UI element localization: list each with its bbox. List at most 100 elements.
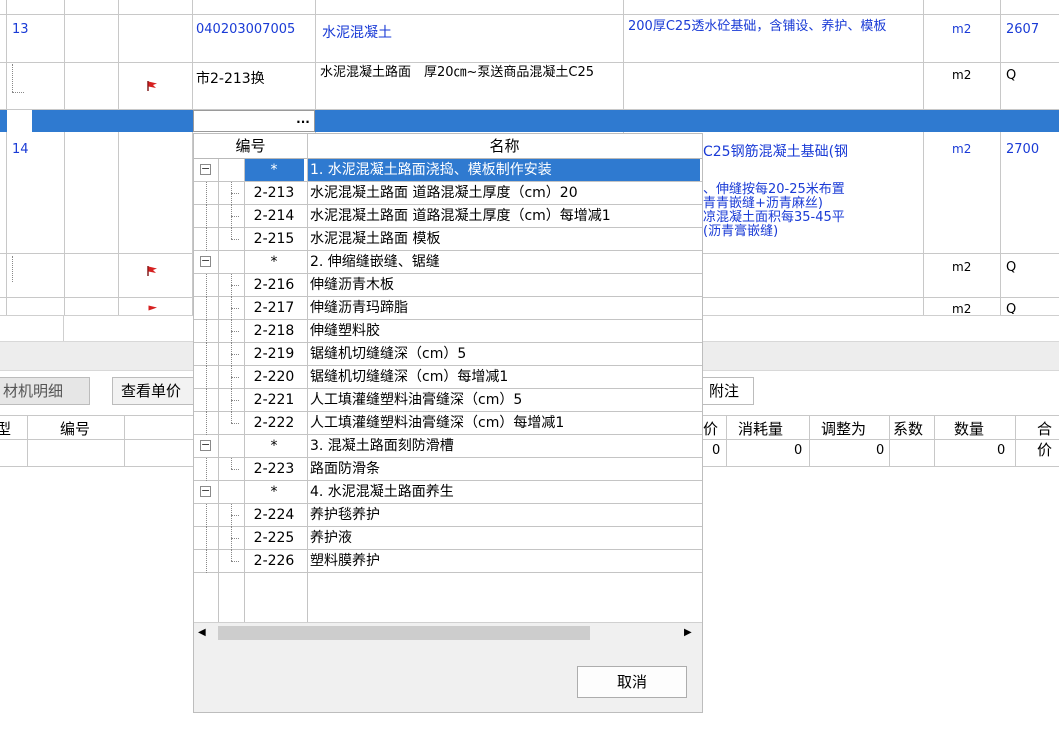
value-cell: 0 [794, 443, 803, 458]
tree-guide [231, 331, 239, 332]
quota-code: 2-217 [253, 300, 295, 316]
quota-row[interactable]: 2-213 水泥混凝土路面 道路混凝土厚度（cm）20 [194, 182, 702, 205]
tab-note[interactable]: 附注 [700, 377, 754, 405]
quota-list: 编号 名称 − * 1. 水泥混凝土路面浇捣、模板制作安装 2-213 水泥混凝土路面 … [194, 134, 702, 622]
quota-code: 2-222 [253, 415, 295, 431]
sub-qty[interactable]: Q [1006, 68, 1016, 83]
quota-row[interactable]: 2-221 人工填灌缝塑料油膏缝深（cm）5 [194, 389, 702, 412]
quota-code: 2-213 [253, 185, 295, 201]
grid-line [923, 0, 924, 315]
quota-row[interactable]: 2-224 养护毯养护 [194, 504, 702, 527]
tree-guide [12, 64, 13, 92]
tree-guide [206, 228, 207, 251]
item-name[interactable]: 水泥混凝土 [322, 22, 392, 42]
footer-cell [0, 315, 64, 341]
grid-line [218, 159, 219, 622]
tree-guide [231, 423, 239, 424]
sub-qty[interactable]: Q [1006, 260, 1016, 275]
tree-guide [231, 458, 232, 469]
quota-row[interactable]: 2-218 伸缝塑料胶 [194, 320, 702, 343]
quota-name: 路面防滑条 [310, 461, 380, 477]
grid-line [0, 62, 1059, 63]
quota-code: 2-226 [253, 553, 295, 569]
ellipsis-button[interactable]: ... [294, 111, 312, 131]
quota-row[interactable]: 2-222 人工填灌缝塑料油膏缝深（cm）每增减1 [194, 412, 702, 435]
quota-name: 人工填灌缝塑料油膏缝深（cm）5 [310, 392, 523, 408]
tree-guide [12, 256, 13, 282]
view-unit-price-button[interactable]: 查看单价 [112, 377, 202, 405]
quota-name: 3. 混凝土路面刻防滑槽 [310, 438, 454, 454]
item-feature[interactable]: C25钢筋混凝土基础(钢 [703, 141, 848, 161]
quota-row[interactable]: 2-226 塑料膜养护 [194, 550, 702, 573]
sub-code[interactable]: 市2-213换 [196, 68, 265, 88]
quota-row[interactable]: 2-225 养护液 [194, 527, 702, 550]
quota-code: 2-224 [253, 507, 295, 523]
minus-box-icon[interactable]: − [200, 439, 211, 451]
quota-row[interactable]: 2-220 锯缝机切缝缝深（cm）每增减1 [194, 366, 702, 389]
quota-row[interactable]: 2-215 水泥混凝土路面 模板 [194, 228, 702, 251]
quota-code: 2-215 [253, 231, 295, 247]
tree-guide [206, 389, 207, 412]
quota-code: 2-214 [253, 208, 295, 224]
scrollbar-thumb[interactable] [218, 626, 590, 640]
sub-unit: m2 [952, 260, 972, 274]
item-feature[interactable]: 200厚C25透水砼基础，含铺设、养护、模板 [628, 20, 908, 33]
quota-row[interactable]: 2-219 锯缝机切缝缝深（cm）5 [194, 343, 702, 366]
selected-row[interactable] [0, 110, 1059, 132]
value-cell: 0 [712, 443, 721, 458]
quota-group-row[interactable]: − * 3. 混凝土路面刻防滑槽 [194, 435, 702, 458]
quota-group-row[interactable]: − * 4. 水泥混凝土路面养生 [194, 481, 702, 504]
sub-qty[interactable]: Q [1006, 302, 1016, 314]
scroll-right-icon[interactable]: ▶ [684, 626, 696, 640]
tree-guide [231, 377, 239, 378]
tree-guide [206, 458, 207, 481]
sub-name[interactable]: 水泥混凝土路面 厚20㎝~泵送商品混凝土C25 [320, 66, 620, 80]
quota-row[interactable]: 2-223 路面防滑条 [194, 458, 702, 481]
quota-row[interactable]: 2-216 伸缝沥青木板 [194, 274, 702, 297]
quota-name: 4. 水泥混凝土路面养生 [310, 484, 454, 500]
item-feature[interactable]: (沥青膏嵌缝) [703, 220, 778, 239]
tree-guide [231, 285, 239, 286]
item-qty[interactable]: 2607 [1006, 22, 1039, 37]
quota-name: 伸缝沥青玛蹄脂 [310, 300, 408, 316]
tree-guide [231, 193, 239, 194]
red-flag-icon [147, 266, 157, 276]
minus-box-icon[interactable]: − [200, 485, 211, 497]
col-consumption-header: 消耗量 [738, 420, 784, 438]
item-qty[interactable]: 2700 [1006, 142, 1039, 157]
code-column-header: 编号 [235, 137, 266, 155]
tree-guide [206, 343, 207, 366]
quota-group-row[interactable]: − * 2. 伸缩缝嵌缝、锯缝 [194, 251, 702, 274]
red-flag-icon [148, 305, 157, 311]
quota-code: 2-216 [253, 277, 295, 293]
tree-guide [231, 412, 232, 423]
quota-code: * [270, 438, 278, 454]
scroll-left-icon[interactable]: ◀ [198, 626, 210, 640]
item-unit: m2 [952, 22, 972, 36]
tree-guide [231, 216, 239, 217]
tree-guide [206, 274, 207, 297]
quota-group-row[interactable]: − * 1. 水泥混凝土路面浇捣、模板制作安装 [194, 159, 702, 182]
row-index: 14 [12, 142, 29, 157]
tree-guide [12, 92, 24, 93]
quota-row[interactable]: 2-214 水泥混凝土路面 道路混凝土厚度（cm）每增减1 [194, 205, 702, 228]
col-price-header: 价 [703, 420, 719, 438]
quota-code: 2-223 [253, 461, 295, 477]
quota-name: 2. 伸缩缝嵌缝、锯缝 [310, 254, 440, 270]
item-code[interactable]: 040203007005 [196, 22, 295, 37]
tab-material-detail[interactable]: 材机明细 [0, 377, 90, 405]
row-index: 13 [12, 22, 29, 37]
quota-name: 水泥混凝土路面 模板 [310, 231, 441, 247]
quota-code: * [244, 159, 304, 181]
code-editor[interactable]: ... [193, 110, 315, 132]
quota-code: 2-220 [253, 369, 295, 385]
tree-guide [206, 412, 207, 435]
quota-code: * [270, 254, 278, 270]
cancel-button[interactable]: 取消 [577, 666, 687, 698]
minus-box-icon[interactable]: − [200, 163, 211, 175]
tree-guide [206, 182, 207, 205]
quota-row[interactable]: 2-217 伸缝沥青玛蹄脂 [194, 297, 702, 320]
minus-box-icon[interactable]: − [200, 255, 211, 267]
horizontal-scrollbar[interactable]: ◀ ▶ [194, 622, 702, 642]
col-type-header: 型 [0, 420, 12, 438]
